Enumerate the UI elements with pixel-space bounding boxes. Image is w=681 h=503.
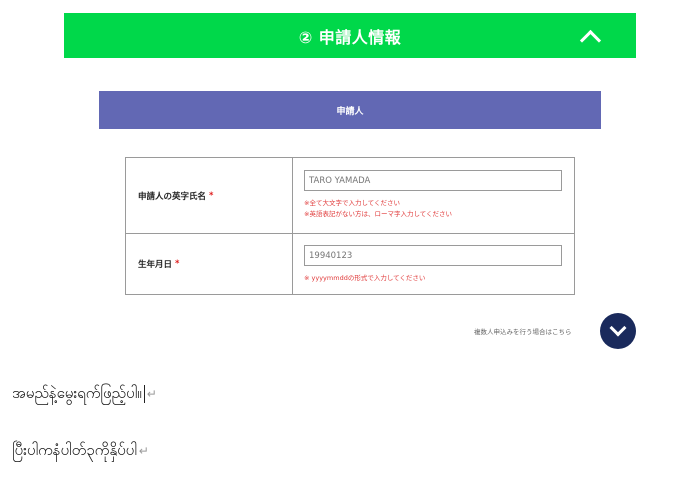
english-name-input[interactable] bbox=[304, 170, 562, 191]
required-mark: * bbox=[209, 190, 214, 201]
name-input-cell: ※全て大文字で入力してください ※英語表記がない方は、ローマ字入力してください bbox=[293, 158, 574, 233]
birthdate-hint-format: ※ yyyymmddの形式で入力してください bbox=[304, 274, 426, 282]
form-row-birthdate: 生年月日 * ※ yyyymmddの形式で入力してください bbox=[126, 233, 574, 295]
birthdate-label: 生年月日 bbox=[138, 260, 173, 270]
paragraph-mark-icon: ↵ bbox=[138, 444, 149, 458]
birthdate-input-cell: ※ yyyymmddの形式で入力してください bbox=[293, 233, 574, 295]
name-label: 申請人の英字氏名 bbox=[138, 191, 207, 202]
paragraph-mark-icon: ↵ bbox=[146, 387, 157, 401]
form-row-name: 申請人の英字氏名 * ※全て大文字で入力してください ※英語表記がない方は、ロー… bbox=[126, 158, 574, 234]
document-line-1: အမည်နဲ့မွေးရက်ဖြည့်ပါ။ ↵ bbox=[12, 384, 157, 406]
section-header-applicant-info[interactable]: ② 申請人情報 bbox=[64, 13, 636, 58]
chevron-up-icon[interactable] bbox=[579, 29, 602, 52]
chevron-down-icon bbox=[609, 319, 627, 337]
name-hint-romaji: ※英語表記がない方は、ローマ字入力してください bbox=[304, 210, 453, 218]
birthdate-label-cell: 生年月日 * bbox=[126, 233, 293, 295]
document-line-1-text: အမည်နဲ့မွေးရက်ဖြည့်ပါ။ bbox=[12, 384, 142, 402]
required-mark: * bbox=[175, 259, 180, 269]
subsection-header-applicant: 申請人 bbox=[99, 91, 601, 129]
document-line-2-text: ပြီးပါကနံပါတ်၃ကိုနှိပ်ပါ bbox=[12, 441, 137, 459]
text-cursor bbox=[143, 384, 145, 403]
multi-applicant-link[interactable]: 複数人申込みを行う場合はこちら bbox=[474, 326, 572, 336]
birthdate-input[interactable] bbox=[304, 245, 562, 266]
name-label-cell: 申請人の英字氏名 * bbox=[126, 158, 293, 233]
document-line-2: ပြီးပါကနံပါတ်၃ကိုနှိပ်ပါ ↵ bbox=[12, 441, 149, 463]
applicant-form-table: 申請人の英字氏名 * ※全て大文字で入力してください ※英語表記がない方は、ロー… bbox=[125, 157, 575, 295]
page: ② 申請人情報 申請人 申請人の英字氏名 * ※全て大文字で入力してください ※… bbox=[0, 0, 681, 503]
section-title: ② 申請人情報 bbox=[298, 27, 402, 47]
subsection-title: 申請人 bbox=[336, 106, 364, 117]
multi-applicant-button[interactable] bbox=[600, 313, 636, 349]
name-hint-uppercase: ※全て大文字で入力してください bbox=[304, 199, 401, 207]
